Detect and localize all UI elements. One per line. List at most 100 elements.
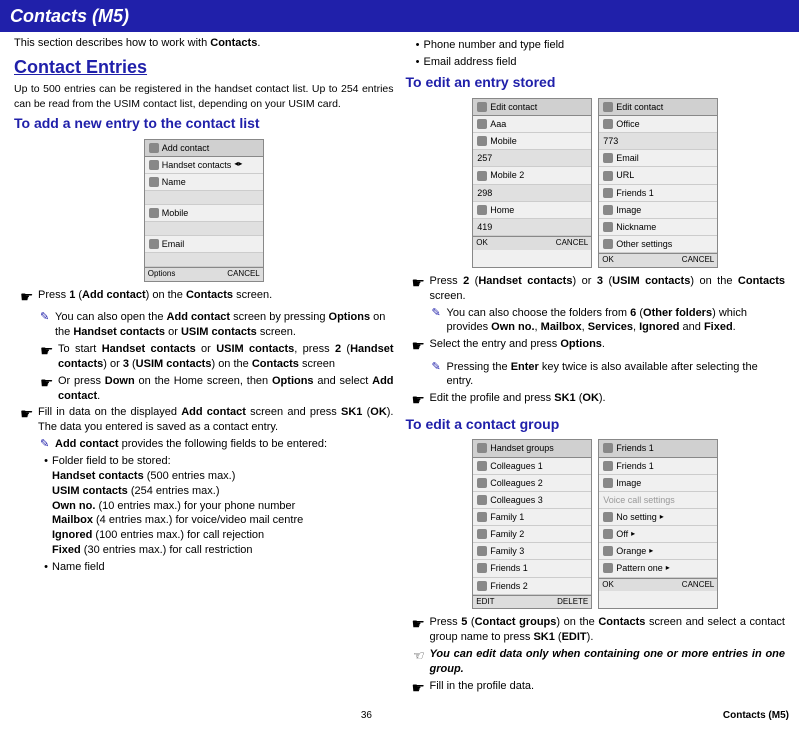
screen-row: Other settings: [599, 236, 717, 253]
screen-row: Home: [473, 202, 591, 219]
title-icon: [477, 102, 487, 112]
bullet-icon: •: [412, 55, 424, 70]
screen-row: Orange▸: [599, 543, 717, 560]
page-header: Contacts (M5): [0, 0, 799, 32]
note-item: ☜ You can edit data only when containing…: [412, 647, 786, 677]
row-icon: [477, 478, 487, 488]
row-icon: [477, 529, 487, 539]
row-icon: [603, 461, 613, 471]
row-icon: [603, 239, 613, 249]
footer-section: Contacts (M5): [723, 709, 789, 723]
screen-title: Add contact: [145, 140, 263, 157]
screen-footer: OptionsCANCEL: [145, 267, 263, 281]
row-icon: [149, 239, 159, 249]
title-icon: [603, 102, 613, 112]
hand-icon: ☛: [40, 342, 58, 362]
row-icon: [603, 188, 613, 198]
screen-row: Colleagues 3: [473, 492, 591, 509]
screen-section: Voice call settings: [599, 492, 717, 509]
sub-item: ✎ You can also open the Add contact scre…: [40, 310, 394, 340]
row-icon: [603, 205, 613, 215]
group-figure: Handset groups Colleagues 1 Colleagues 2…: [406, 439, 786, 609]
arrows-icon: ▸: [666, 563, 670, 574]
row-icon: [477, 136, 487, 146]
sub-item: ✎ You can also choose the folders from 6…: [432, 306, 786, 336]
row-icon: [603, 546, 613, 556]
step-item: ☛ Press 5 (Contact groups) on the Contac…: [412, 615, 786, 645]
bullet-item: • Name field: [40, 560, 394, 575]
row-icon: [603, 478, 613, 488]
screen-row: Off▸: [599, 526, 717, 543]
step-item: ☛ Select the entry and press Options.: [412, 337, 786, 357]
screen-footer: OKCANCEL: [599, 253, 717, 267]
row-icon: [477, 512, 487, 522]
screen-title: Friends 1: [599, 440, 717, 457]
screen-row: Friends 2: [473, 578, 591, 595]
screen-row: Name: [145, 174, 263, 191]
section-heading: Contact Entries: [14, 55, 394, 79]
screen-row: 257: [473, 150, 591, 167]
section-intro: Up to 500 entries can be registered in t…: [14, 82, 394, 110]
screen-title: Edit contact: [473, 99, 591, 116]
arrows-icon: ◂▸: [234, 159, 242, 170]
row-icon: [477, 171, 487, 181]
screen-row: Office: [599, 116, 717, 133]
screen-row: Colleagues 2: [473, 475, 591, 492]
hand-icon: ☛: [412, 337, 430, 357]
screen-row: Mobile 2: [473, 167, 591, 184]
bullet-icon: •: [40, 560, 52, 575]
intro-text: This section describes how to work with …: [14, 36, 394, 51]
row-icon: [603, 153, 613, 163]
note-icon: ☜: [412, 647, 430, 677]
hand-icon: ☛: [412, 679, 430, 699]
hand-icon: ☛: [40, 374, 58, 394]
screen-row: Image: [599, 475, 717, 492]
sub-icon: ✎: [432, 360, 447, 390]
screen-row: [145, 222, 263, 236]
screen-row: 773: [599, 133, 717, 150]
screen-footer: OKCANCEL: [473, 236, 591, 250]
screen-row: Pattern one▸: [599, 560, 717, 577]
row-icon: [477, 205, 487, 215]
hand-icon: ☛: [412, 274, 430, 294]
subsection-edit: To edit an entry stored: [406, 73, 786, 92]
step-item: ☛ Edit the profile and press SK1 (OK).: [412, 391, 786, 411]
screen-row: Family 3: [473, 543, 591, 560]
hand-icon: ☛: [412, 391, 430, 411]
screen-footer: EDITDELETE: [473, 595, 591, 609]
phone-screen-grp1: Handset groups Colleagues 1 Colleagues 2…: [472, 439, 592, 609]
screen-row: Handset contacts◂▸: [145, 157, 263, 174]
row-icon: [477, 495, 487, 505]
phone-screen-grp2: Friends 1 Friends 1 Image Voice call set…: [598, 439, 718, 609]
hand-icon: ☛: [412, 615, 430, 635]
row-icon: [477, 461, 487, 471]
screen-title: Handset groups: [473, 440, 591, 457]
add-contact-figure: Add contact Handset contacts◂▸ Name Mobi…: [14, 139, 394, 283]
screen-row: Colleagues 1: [473, 458, 591, 475]
row-icon: [149, 160, 159, 170]
page-number: 36: [10, 709, 723, 723]
row-icon: [477, 119, 487, 129]
screen-row: Mobile: [145, 205, 263, 222]
screen-row: Friends 1: [599, 185, 717, 202]
arrows-icon: ▸: [631, 529, 635, 540]
edit-figure: Edit contact Aaa Mobile 257 Mobile 2 298…: [406, 98, 786, 268]
row-icon: [603, 119, 613, 129]
screen-row: Email: [145, 236, 263, 253]
bullet-icon: •: [40, 454, 52, 558]
hand-icon: ☛: [20, 288, 38, 308]
sub-icon: ✎: [40, 437, 55, 452]
row-icon: [149, 208, 159, 218]
screen-title: Edit contact: [599, 99, 717, 116]
screen-row: URL: [599, 167, 717, 184]
screen-row: Family 2: [473, 526, 591, 543]
row-icon: [603, 512, 613, 522]
row-icon: [477, 546, 487, 556]
title-icon: [477, 443, 487, 453]
right-column: • Phone number and type field • Email ad…: [400, 32, 792, 705]
arrows-icon: ▸: [649, 546, 653, 557]
screen-row: Email: [599, 150, 717, 167]
row-icon: [603, 171, 613, 181]
step-item: ☛ Press 2 (Handset contacts) or 3 (USIM …: [412, 274, 786, 304]
screen-row: No setting▸: [599, 509, 717, 526]
